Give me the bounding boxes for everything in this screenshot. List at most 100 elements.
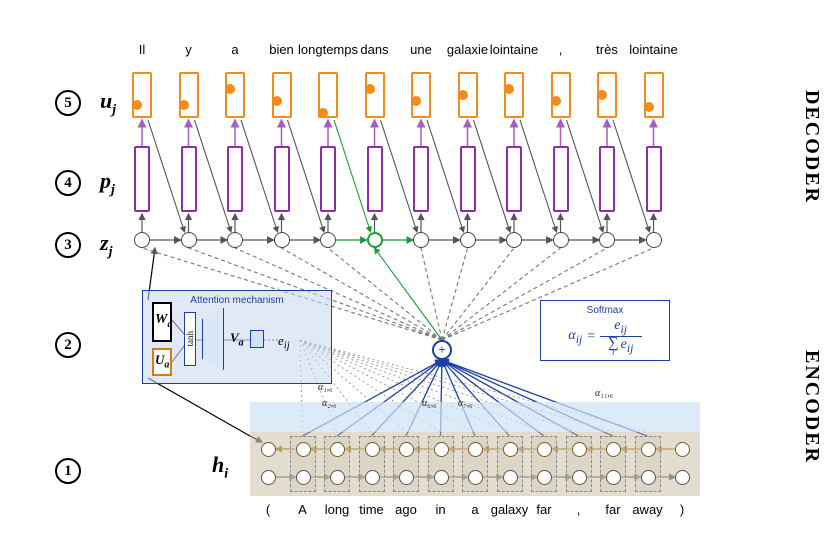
alpha-6-6: α₆,₆ (422, 398, 437, 409)
p-box-5 (367, 146, 383, 212)
h-bot-2 (330, 470, 345, 485)
z-node-11 (646, 232, 662, 248)
p-box-0 (134, 146, 150, 212)
u-box-8 (504, 72, 524, 118)
u-dot-11 (644, 102, 654, 112)
u-box-2 (225, 72, 245, 118)
h-bot-12 (675, 470, 690, 485)
p-box-1 (181, 146, 197, 212)
source-word-0: ( (266, 502, 270, 517)
source-word-2: long (325, 502, 350, 517)
target-word-9: , (559, 42, 563, 57)
ua-label: Ua (155, 352, 169, 371)
z-node-3 (274, 232, 290, 248)
u-dot-1 (179, 100, 189, 110)
p-box-9 (553, 146, 569, 212)
encoder-attn-band (250, 402, 700, 432)
va-label: Va (230, 330, 244, 349)
u-box-9 (551, 72, 571, 118)
u-box-6 (411, 72, 431, 118)
va-rect (250, 330, 264, 348)
softmax-box: Softmax αij = eij ∑ i eij (540, 300, 670, 361)
h-top-10 (606, 442, 621, 457)
softmax-title: Softmax (549, 305, 661, 316)
target-word-11: lointaine (629, 42, 677, 57)
alpha-11-6: α₁₁,₆ (595, 388, 613, 399)
u-dot-9 (551, 96, 561, 106)
source-word-4: ago (395, 502, 417, 517)
h-top-3 (365, 442, 380, 457)
plus-node: + (432, 340, 452, 360)
z-node-10 (599, 232, 615, 248)
u-dot-6 (411, 96, 421, 106)
p-box-3 (274, 146, 290, 212)
u-dot-4 (318, 108, 328, 118)
source-word-12: ) (680, 502, 684, 517)
z-node-9 (553, 232, 569, 248)
u-dot-2 (225, 84, 235, 94)
target-word-8: lointaine (490, 42, 538, 57)
alpha-1-6: α₁,₆ (318, 382, 333, 393)
z-node-7 (460, 232, 476, 248)
u-box-5 (365, 72, 385, 118)
h-bot-11 (641, 470, 656, 485)
h-top-12 (675, 442, 690, 457)
z-node-0 (134, 232, 150, 248)
h-bot-0 (261, 470, 276, 485)
u-dot-3 (272, 96, 282, 106)
target-word-3: bien (269, 42, 294, 57)
h-bot-3 (365, 470, 380, 485)
u-box-0 (132, 72, 152, 118)
h-top-6 (468, 442, 483, 457)
u-dot-0 (132, 100, 142, 110)
wa-label: Wa (155, 312, 172, 330)
h-top-11 (641, 442, 656, 457)
alpha-2-6: α₂,₆ (322, 398, 337, 409)
u-box-3 (272, 72, 292, 118)
eij-label: eij (278, 333, 290, 352)
z-node-1 (181, 232, 197, 248)
p-box-7 (460, 146, 476, 212)
z-node-2 (227, 232, 243, 248)
source-word-11: away (632, 502, 662, 517)
h-top-9 (572, 442, 587, 457)
target-word-5: dans (360, 42, 388, 57)
source-word-3: time (359, 502, 384, 517)
h-bot-5 (434, 470, 449, 485)
h-top-8 (537, 442, 552, 457)
source-word-1: A (298, 502, 307, 517)
u-box-1 (179, 72, 199, 118)
z-node-4 (320, 232, 336, 248)
p-box-4 (320, 146, 336, 212)
z-node-8 (506, 232, 522, 248)
tanh-box: tanh (184, 312, 196, 366)
h-top-4 (399, 442, 414, 457)
h-top-1 (296, 442, 311, 457)
h-bot-6 (468, 470, 483, 485)
u-dot-8 (504, 84, 514, 94)
u-dot-5 (365, 84, 375, 94)
alpha-7-6: α₇,₆ (458, 398, 473, 409)
h-bot-1 (296, 470, 311, 485)
target-word-4: longtemps (298, 42, 358, 57)
h-bot-8 (537, 470, 552, 485)
source-word-7: galaxy (491, 502, 529, 517)
p-box-6 (413, 146, 429, 212)
target-word-10: très (596, 42, 618, 57)
p-box-11 (646, 146, 662, 212)
diagram-stage: DECODER ENCODER 5 4 3 2 1 uj pj zj hi At… (0, 0, 839, 559)
source-word-5: in (435, 502, 445, 517)
target-word-6: une (410, 42, 432, 57)
h-top-7 (503, 442, 518, 457)
target-word-7: galaxie (447, 42, 488, 57)
h-bot-7 (503, 470, 518, 485)
p-box-10 (599, 146, 615, 212)
p-box-8 (506, 146, 522, 212)
h-top-2 (330, 442, 345, 457)
source-word-9: , (577, 502, 581, 517)
softmax-equation: αij = eij ∑ i eij (549, 318, 661, 356)
h-top-0 (261, 442, 276, 457)
z-node-5 (367, 232, 383, 248)
source-word-10: far (605, 502, 620, 517)
target-word-0: Il (139, 42, 146, 57)
